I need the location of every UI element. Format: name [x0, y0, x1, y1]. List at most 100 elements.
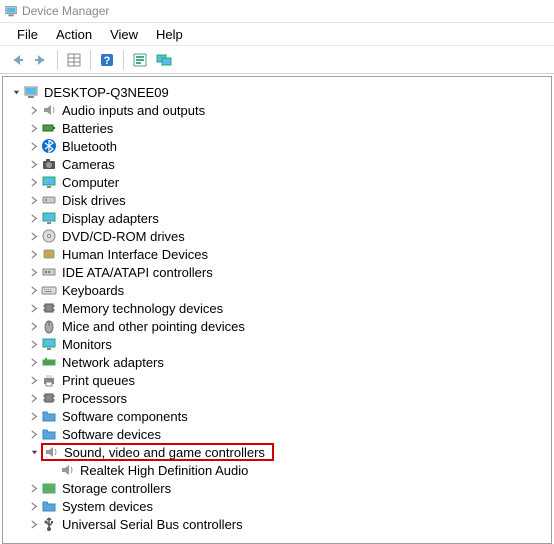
expand-arrow-icon[interactable]	[27, 517, 41, 531]
network-icon	[41, 354, 57, 370]
audio-icon	[41, 102, 57, 118]
computer-icon	[41, 174, 57, 190]
expand-arrow-icon[interactable]	[27, 247, 41, 261]
expand-arrow-icon[interactable]	[27, 337, 41, 351]
category-ide[interactable]: IDE ATA/ATAPI controllers	[9, 263, 551, 281]
printq-icon	[41, 372, 57, 388]
expand-arrow-icon[interactable]	[27, 121, 41, 135]
category-processors[interactable]: Processors	[9, 389, 551, 407]
expand-arrow-icon[interactable]	[27, 175, 41, 189]
expand-arrow-icon[interactable]	[27, 193, 41, 207]
expand-arrow-icon[interactable]	[27, 211, 41, 225]
expand-arrow-icon[interactable]	[27, 373, 41, 387]
category-label-dvd: DVD/CD-ROM drives	[61, 229, 186, 244]
category-usb[interactable]: Universal Serial Bus controllers	[9, 515, 551, 533]
category-label-keyboards: Keyboards	[61, 283, 125, 298]
category-memtech[interactable]: Memory technology devices	[9, 299, 551, 317]
expand-arrow-icon[interactable]	[27, 301, 41, 315]
category-label-processors: Processors	[61, 391, 128, 406]
expand-arrow-icon[interactable]	[27, 283, 41, 297]
category-label-computer: Computer	[61, 175, 120, 190]
category-swdev[interactable]: Software devices	[9, 425, 551, 443]
category-swcomp[interactable]: Software components	[9, 407, 551, 425]
expand-arrow-icon[interactable]	[27, 391, 41, 405]
collapse-arrow-icon[interactable]	[27, 445, 41, 459]
toolbar	[0, 46, 554, 74]
toolbar-separator	[90, 50, 91, 70]
dvd-icon	[41, 228, 57, 244]
category-label-display: Display adapters	[61, 211, 160, 226]
category-bluetooth[interactable]: Bluetooth	[9, 137, 551, 155]
category-cameras[interactable]: Cameras	[9, 155, 551, 173]
category-keyboards[interactable]: Keyboards	[9, 281, 551, 299]
category-label-batteries: Batteries	[61, 121, 114, 136]
category-batteries[interactable]: Batteries	[9, 119, 551, 137]
toolbar-separator	[57, 50, 58, 70]
titlebar: Device Manager	[0, 0, 554, 22]
properties-button[interactable]	[63, 49, 85, 71]
expand-arrow-icon[interactable]	[27, 265, 41, 279]
category-printq[interactable]: Print queues	[9, 371, 551, 389]
forward-button[interactable]	[30, 49, 52, 71]
category-label-memtech: Memory technology devices	[61, 301, 224, 316]
category-mice[interactable]: Mice and other pointing devices	[9, 317, 551, 335]
category-dvd[interactable]: DVD/CD-ROM drives	[9, 227, 551, 245]
category-label-audio: Audio inputs and outputs	[61, 103, 206, 118]
expand-arrow-icon[interactable]	[27, 139, 41, 153]
tree-root[interactable]: DESKTOP-Q3NEE09	[9, 83, 551, 101]
memtech-icon	[41, 300, 57, 316]
category-label-ide: IDE ATA/ATAPI controllers	[61, 265, 214, 280]
back-button[interactable]	[6, 49, 28, 71]
category-computer[interactable]: Computer	[9, 173, 551, 191]
category-label-disk: Disk drives	[61, 193, 127, 208]
expand-arrow-icon[interactable]	[27, 499, 41, 513]
category-label-swcomp: Software components	[61, 409, 189, 424]
expand-arrow-icon[interactable]	[27, 319, 41, 333]
expand-arrow-icon[interactable]	[27, 409, 41, 423]
collapse-arrow-icon[interactable]	[9, 85, 23, 99]
device-tree: DESKTOP-Q3NEE09 Audio inputs and outputs B…	[2, 76, 552, 544]
menu-action[interactable]: Action	[47, 25, 101, 44]
menu-view[interactable]: View	[101, 25, 147, 44]
category-label-printq: Print queues	[61, 373, 136, 388]
menu-help[interactable]: Help	[147, 25, 192, 44]
display-icon	[41, 210, 57, 226]
keyboards-icon	[41, 282, 57, 298]
scan-button[interactable]	[129, 49, 151, 71]
category-sound[interactable]: Sound, video and game controllers	[9, 443, 551, 461]
computer-icon	[23, 84, 39, 100]
expand-arrow-icon[interactable]	[27, 229, 41, 243]
category-label-sound: Sound, video and game controllers	[63, 445, 266, 460]
disk-icon	[41, 192, 57, 208]
expand-arrow-icon[interactable]	[27, 103, 41, 117]
category-monitors[interactable]: Monitors	[9, 335, 551, 353]
ide-icon	[41, 264, 57, 280]
expand-arrow-icon[interactable]	[27, 481, 41, 495]
expand-arrow-icon[interactable]	[27, 157, 41, 171]
expand-arrow-icon[interactable]	[27, 355, 41, 369]
category-network[interactable]: Network adapters	[9, 353, 551, 371]
category-display[interactable]: Display adapters	[9, 209, 551, 227]
category-label-system: System devices	[61, 499, 154, 514]
category-disk[interactable]: Disk drives	[9, 191, 551, 209]
realtek-icon	[59, 462, 75, 478]
help-button[interactable]	[96, 49, 118, 71]
device-realtek[interactable]: Realtek High Definition Audio	[9, 461, 551, 479]
category-audio[interactable]: Audio inputs and outputs	[9, 101, 551, 119]
usb-icon	[41, 516, 57, 532]
show-hidden-button[interactable]	[153, 49, 175, 71]
category-label-usb: Universal Serial Bus controllers	[61, 517, 244, 532]
swcomp-icon	[41, 408, 57, 424]
window-title: Device Manager	[22, 4, 109, 18]
monitors-icon	[41, 336, 57, 352]
expand-arrow-icon[interactable]	[27, 427, 41, 441]
category-label-hid: Human Interface Devices	[61, 247, 209, 262]
category-label-storage: Storage controllers	[61, 481, 172, 496]
bluetooth-icon	[41, 138, 57, 154]
category-hid[interactable]: Human Interface Devices	[9, 245, 551, 263]
category-label-bluetooth: Bluetooth	[61, 139, 118, 154]
menu-file[interactable]: File	[8, 25, 47, 44]
category-system[interactable]: System devices	[9, 497, 551, 515]
category-storage[interactable]: Storage controllers	[9, 479, 551, 497]
menu-bar: File Action View Help	[0, 22, 554, 46]
